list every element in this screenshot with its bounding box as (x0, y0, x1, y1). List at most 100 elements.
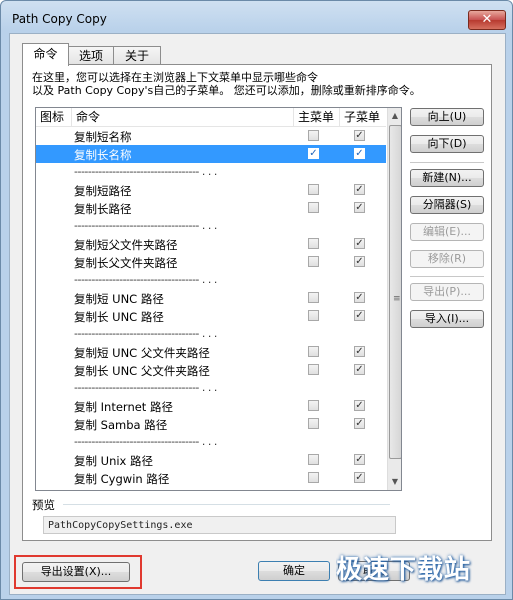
checkmark-icon: ✓ (355, 148, 364, 159)
new-button[interactable]: 新建(N)... (410, 169, 484, 187)
header-main-menu[interactable]: 主菜单 (294, 108, 340, 126)
import-button[interactable]: 导入(I)... (410, 310, 484, 328)
move-down-button[interactable]: 向下(D) (410, 135, 484, 153)
title-bar: Path Copy Copy ✕ (1, 1, 512, 33)
sub-menu-checkbox[interactable]: ✓ (354, 238, 365, 249)
preview-field: PathCopyCopySettings.exe (43, 516, 396, 534)
tab-label: 命令 (33, 47, 58, 61)
sub-menu-checkbox[interactable]: ✓ (354, 400, 365, 411)
main-menu-checkbox[interactable] (308, 346, 319, 357)
sub-menu-checkbox[interactable]: ✓ (354, 364, 365, 375)
command-name: 复制长 UNC 路径 (74, 310, 164, 324)
dialog-client: 命令 选项 关于 在这里，您可以选择在主浏览器上下文菜单中显示哪些命令 以及 P… (9, 33, 506, 595)
main-menu-checkbox[interactable] (308, 310, 319, 321)
sub-menu-checkbox[interactable]: ✓ (354, 256, 365, 267)
checkmark-icon: ✓ (355, 310, 364, 321)
sub-menu-checkbox[interactable]: ✓ (354, 148, 365, 159)
window-title: Path Copy Copy (12, 12, 107, 26)
preview-label: 预览 (32, 498, 55, 512)
sub-menu-checkbox[interactable]: ✓ (354, 454, 365, 465)
main-menu-checkbox[interactable] (308, 256, 319, 267)
close-icon: ✕ (481, 12, 493, 27)
remove-button[interactable]: 移除(R) (410, 250, 484, 268)
separator-button[interactable]: 分隔器(S) (410, 196, 484, 214)
checkmark-icon: ✓ (355, 364, 364, 375)
main-menu-checkbox[interactable] (308, 400, 319, 411)
preview-group-line (63, 504, 390, 505)
main-menu-checkbox[interactable] (308, 238, 319, 249)
command-name: 复制 Internet 路径 (74, 400, 173, 414)
sub-menu-checkbox[interactable]: ✓ (354, 292, 365, 303)
separator-label: ------------------------------------ . .… (74, 273, 217, 286)
command-row[interactable]: 复制短父文件夹路径 ✓ (36, 235, 386, 253)
sub-menu-checkbox[interactable]: ✓ (354, 310, 365, 321)
list-rows: 复制短名称 ✓ 复制长名称 ✓ ✓ ---------------------------… (36, 127, 386, 487)
command-name: 复制长 UNC 父文件夹路径 (74, 364, 210, 378)
main-menu-checkbox[interactable]: ✓ (308, 148, 319, 159)
main-menu-checkbox[interactable] (308, 184, 319, 195)
sub-menu-checkbox[interactable]: ✓ (354, 346, 365, 357)
close-button[interactable]: ✕ (468, 10, 506, 30)
main-menu-checkbox[interactable] (308, 202, 319, 213)
main-menu-checkbox[interactable] (308, 364, 319, 375)
command-row[interactable]: 复制短 UNC 父文件夹路径 ✓ (36, 343, 386, 361)
main-menu-checkbox[interactable] (308, 454, 319, 465)
command-name: 复制短 UNC 父文件夹路径 (74, 346, 210, 360)
ok-button[interactable]: 确定 (258, 561, 330, 581)
header-sub-menu[interactable]: 子菜单 (340, 108, 386, 126)
sub-menu-checkbox[interactable]: ✓ (354, 130, 365, 141)
separator-row[interactable]: ------------------------------------ . .… (36, 163, 386, 181)
command-row[interactable]: 复制长 UNC 父文件夹路径 ✓ (36, 361, 386, 379)
checkmark-icon: ✓ (355, 472, 364, 483)
header-icon[interactable]: 图标 (36, 108, 72, 126)
command-row[interactable]: 复制长路径 ✓ (36, 199, 386, 217)
main-menu-checkbox[interactable] (308, 472, 319, 483)
tab-options[interactable]: 选项 (67, 46, 115, 65)
scroll-up-icon[interactable]: ▲ (388, 108, 401, 124)
command-list[interactable]: 图标 命令 主菜单 子菜单 复制短名称 ✓ 复制长名称 ✓ ✓ -------------… (35, 107, 402, 491)
main-menu-checkbox[interactable] (308, 130, 319, 141)
command-row[interactable]: 复制 Samba 路径 ✓ (36, 415, 386, 433)
command-row[interactable]: 复制短路径 ✓ (36, 181, 386, 199)
scroll-down-icon[interactable]: ▼ (388, 474, 401, 490)
command-name: 复制长父文件夹路径 (74, 256, 178, 270)
command-row[interactable]: 复制短 UNC 路径 ✓ (36, 289, 386, 307)
separator-row[interactable]: ------------------------------------ . .… (36, 271, 386, 289)
checkmark-icon: ✓ (355, 454, 364, 465)
command-row[interactable]: 复制长 UNC 路径 ✓ (36, 307, 386, 325)
header-command[interactable]: 命令 (72, 108, 294, 126)
sub-menu-checkbox[interactable]: ✓ (354, 472, 365, 483)
sub-menu-checkbox[interactable]: ✓ (354, 418, 365, 429)
sub-menu-checkbox[interactable]: ✓ (354, 202, 365, 213)
separator-label: ------------------------------------ . .… (74, 327, 217, 340)
export-button[interactable]: 导出(P)... (410, 283, 484, 301)
scroll-thumb[interactable]: ≡ (389, 125, 401, 459)
separator-row[interactable]: ------------------------------------ . .… (36, 217, 386, 235)
command-row[interactable]: 复制长父文件夹路径 ✓ (36, 253, 386, 271)
edit-button[interactable]: 编辑(E)... (410, 223, 484, 241)
separator-row[interactable]: ------------------------------------ . .… (36, 433, 386, 451)
separator-label: ------------------------------------ . .… (74, 219, 217, 232)
separator-row[interactable]: ------------------------------------ . .… (36, 325, 386, 343)
move-up-button[interactable]: 向上(U) (410, 108, 484, 126)
command-name: 复制短 UNC 路径 (74, 292, 164, 306)
sub-menu-checkbox[interactable]: ✓ (354, 184, 365, 195)
tab-about[interactable]: 关于 (113, 46, 161, 65)
command-row[interactable]: 复制短名称 ✓ (36, 127, 386, 145)
command-row[interactable]: 复制 Cygwin 路径 ✓ (36, 469, 386, 487)
command-row[interactable]: 复制 Internet 路径 ✓ (36, 397, 386, 415)
main-menu-checkbox[interactable] (308, 418, 319, 429)
panel-description: 在这里，您可以选择在主浏览器上下文菜单中显示哪些命令 以及 Path Copy … (32, 71, 421, 97)
checkmark-icon: ✓ (355, 184, 364, 195)
checkmark-icon: ✓ (355, 418, 364, 429)
tab-commands[interactable]: 命令 (22, 43, 69, 66)
command-row[interactable]: 复制长名称 ✓ ✓ (36, 145, 386, 163)
command-row[interactable]: 复制 Unix 路径 ✓ (36, 451, 386, 469)
command-name: 复制 Cygwin 路径 (74, 472, 170, 486)
checkmark-icon: ✓ (309, 148, 318, 159)
main-menu-checkbox[interactable] (308, 292, 319, 303)
commands-panel: 在这里，您可以选择在主浏览器上下文菜单中显示哪些命令 以及 Path Copy … (22, 64, 492, 541)
separator-row[interactable]: ------------------------------------ . .… (36, 379, 386, 397)
checkmark-icon: ✓ (355, 400, 364, 411)
list-scrollbar[interactable]: ▲ ≡ ▼ (387, 108, 401, 490)
